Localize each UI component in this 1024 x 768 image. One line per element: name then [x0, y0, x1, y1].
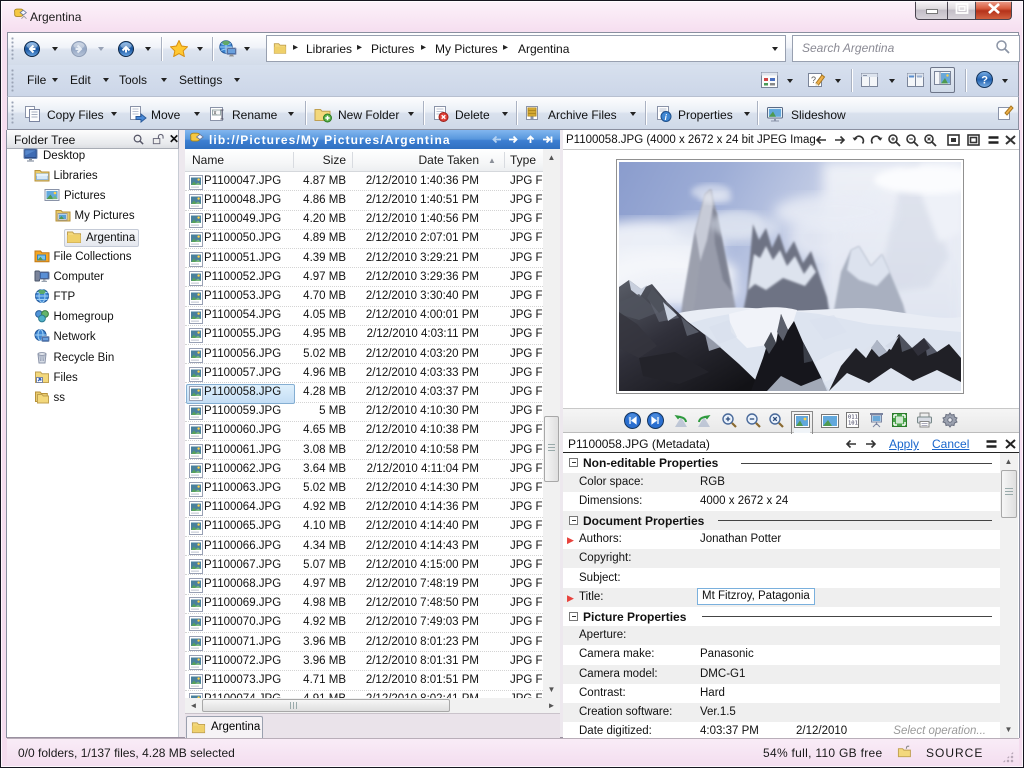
svg-text:101: 101: [848, 421, 858, 427]
svg-text:x: x: [214, 111, 217, 117]
svg-text:?: ?: [811, 75, 816, 85]
svg-text:?: ?: [981, 75, 988, 87]
